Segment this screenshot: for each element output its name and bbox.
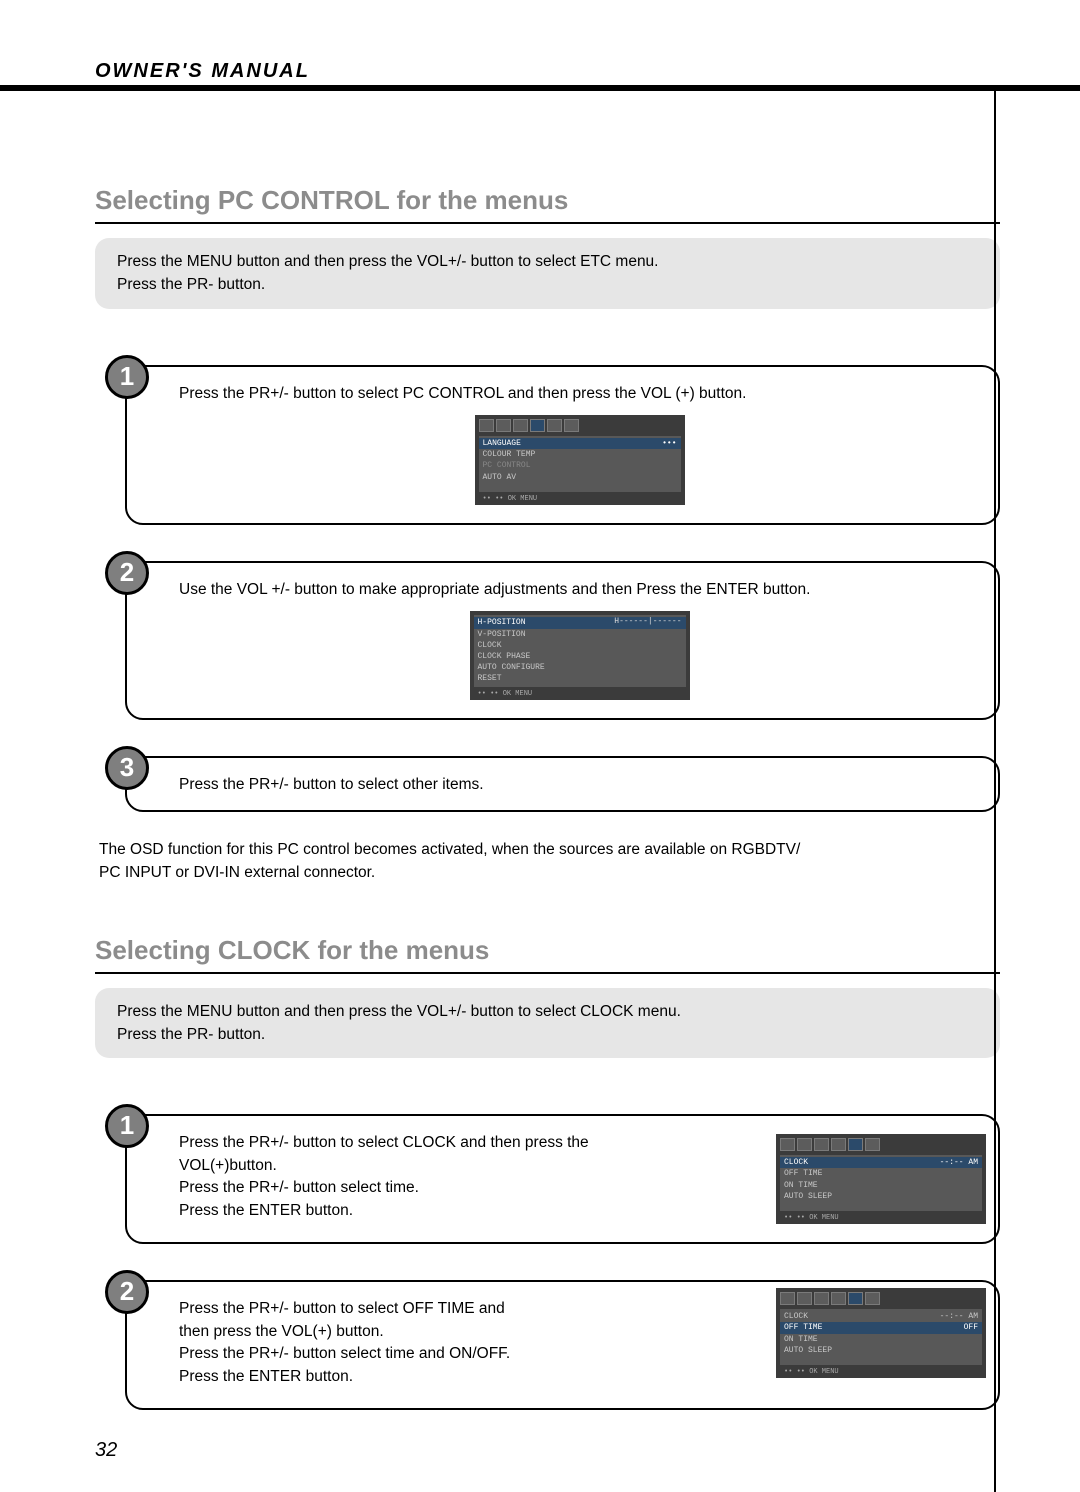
osd-footer: •• •• OK MENU [474, 687, 686, 698]
step-number-1: 1 [105, 355, 149, 399]
osd-slider: H------|------ [614, 617, 681, 626]
osd-row-label: V-POSITION [478, 630, 526, 639]
header-rule [0, 85, 1080, 91]
section1-step2: 2 Use the VOL +/- button to make appropr… [125, 561, 1000, 720]
section2-intro: Press the MENU button and then press the… [95, 988, 1000, 1059]
osd-screenshot: CLOCK --:-- AM OFF TIME ON TIME AUTO SLEE… [776, 1134, 986, 1224]
step-text: Press the PR+/- button to select OFF TIM… [179, 1298, 659, 1320]
osd-row-label: OFF TIME [784, 1323, 822, 1332]
osd-row-label: CLOCK PHASE [478, 652, 531, 661]
intro-text: Press the PR- button. [117, 1023, 978, 1046]
osd-row-value: --:-- AM [940, 1312, 978, 1321]
osd-screenshot: CLOCK --:-- AM OFF TIME OFF ON TIME AUTO S… [776, 1288, 986, 1378]
osd-row-label: OFF TIME [784, 1169, 822, 1178]
osd-row-label: RESET [478, 674, 502, 683]
osd-footer: •• •• OK MENU [780, 1211, 982, 1222]
osd-row-label: ON TIME [784, 1335, 818, 1344]
osd-row-label: AUTO CONFIGURE [478, 663, 545, 672]
step-text: Press the PR+/- button to select CLOCK a… [179, 1132, 659, 1177]
section2-step2: 2 Press the PR+/- button to select OFF T… [125, 1280, 1000, 1410]
osd-row-label: AUTO AV [483, 473, 517, 482]
osd-row-label: ON TIME [784, 1181, 818, 1190]
osd-row-label: CLOCK [784, 1158, 808, 1167]
step-text: Press the PR+/- button to select other i… [179, 774, 980, 796]
page-number: 32 [95, 1439, 117, 1462]
step-text: Press the PR+/- button select time. [179, 1177, 659, 1199]
section1-note: The OSD function for this PC control bec… [99, 838, 1000, 885]
note-line: PC INPUT or DVI-IN external connector. [99, 861, 1000, 884]
section1-step3: 3 Press the PR+/- button to select other… [125, 756, 1000, 812]
intro-text: Press the MENU button and then press the… [117, 1000, 978, 1023]
step-text: Press the PR+/- button select time and O… [179, 1343, 659, 1365]
osd-row-label: AUTO SLEEP [784, 1346, 832, 1355]
osd-row-label: LANGUAGE [483, 439, 521, 448]
section1-intro: Press the MENU button and then press the… [95, 238, 1000, 309]
osd-row-label: CLOCK [478, 641, 502, 650]
step-text: then press the VOL(+) button. [179, 1321, 659, 1343]
osd-footer: •• •• OK MENU [780, 1365, 982, 1376]
step-text: Press the PR+/- button to select PC CONT… [179, 383, 980, 405]
step-number-3: 3 [105, 746, 149, 790]
osd-row-label: AUTO SLEEP [784, 1192, 832, 1201]
osd-row-label: COLOUR TEMP [483, 450, 536, 459]
note-line: The OSD function for this PC control bec… [99, 838, 1000, 861]
osd-row-value: ••• [662, 439, 676, 448]
osd-row-value: --:-- AM [940, 1158, 978, 1167]
section2-title: Selecting CLOCK for the menus [95, 935, 1000, 974]
section2-step1: 1 Press the PR+/- button to select CLOCK… [125, 1114, 1000, 1244]
intro-text: Press the MENU button and then press the… [117, 250, 978, 273]
osd-row-label: H-POSITION [478, 618, 526, 627]
step-number-2: 2 [105, 1270, 149, 1314]
step-text: Use the VOL +/- button to make appropria… [179, 579, 980, 601]
osd-screenshot: H------|------ H-POSITION V-POSITION CLO… [470, 611, 690, 699]
osd-row-label: CLOCK [784, 1312, 808, 1321]
step-number-2: 2 [105, 551, 149, 595]
step-text: Press the ENTER button. [179, 1366, 659, 1388]
step-number-1: 1 [105, 1104, 149, 1148]
section1-step1: 1 Press the PR+/- button to select PC CO… [125, 365, 1000, 526]
intro-text: Press the PR- button. [117, 273, 978, 296]
osd-row-label: PC CONTROL [483, 461, 531, 470]
section1-title: Selecting PC CONTROL for the menus [95, 185, 1000, 224]
osd-row-value: OFF [964, 1323, 978, 1332]
osd-screenshot: LANGUAGE ••• COLOUR TEMP PC CONTROL AUTO … [475, 415, 685, 505]
osd-footer: •• •• OK MENU [479, 492, 681, 503]
step-text: Press the ENTER button. [179, 1200, 659, 1222]
